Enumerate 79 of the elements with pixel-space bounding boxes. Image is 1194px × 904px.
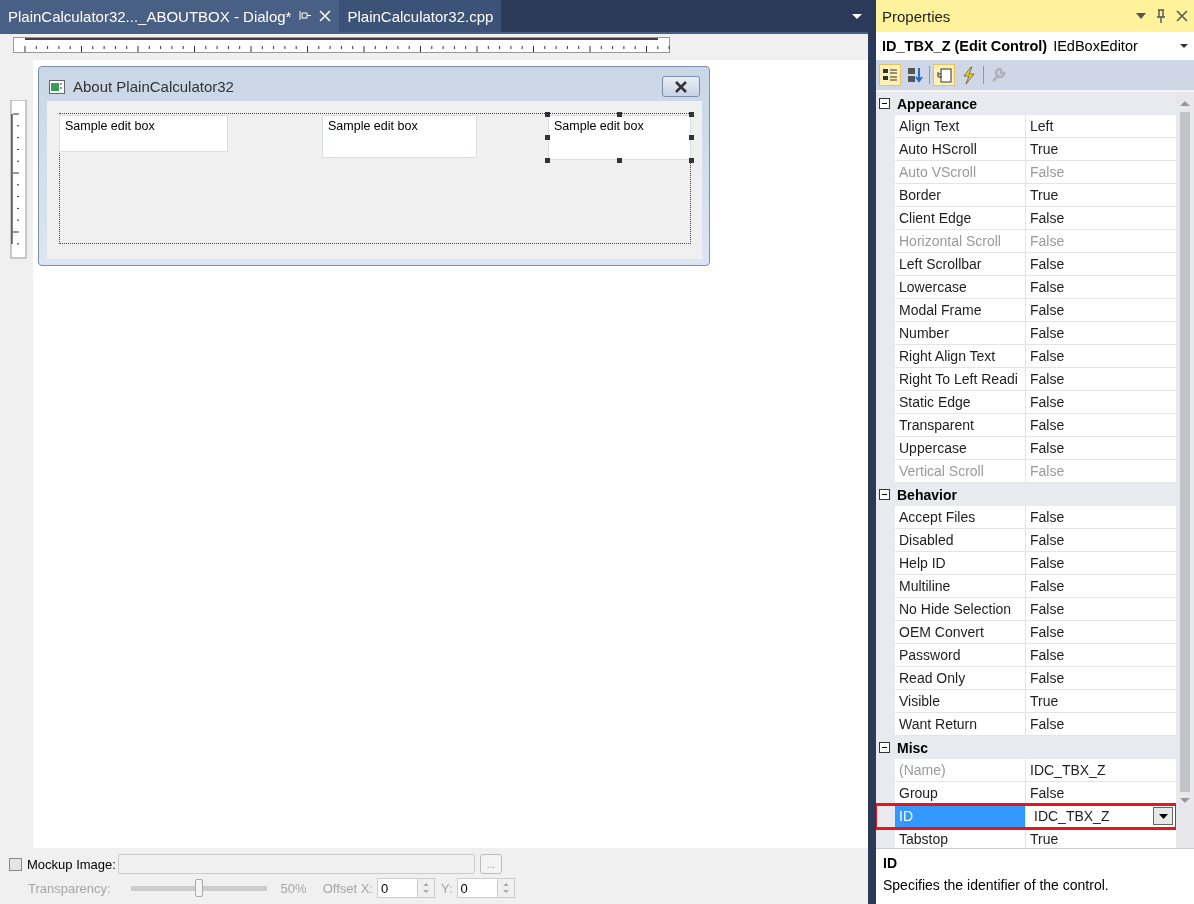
property-row[interactable]: No Hide Selection False [876, 598, 1176, 621]
close-button[interactable] [662, 76, 700, 97]
object-selector[interactable]: ID_TBX_Z (Edit Control) IEdBoxEditor [876, 32, 1194, 60]
collapse-icon[interactable] [879, 489, 890, 500]
category-header: Behavior [897, 486, 957, 503]
edit-box[interactable]: Sample edit box [548, 115, 691, 160]
property-row[interactable]: Visible True [876, 690, 1176, 713]
offset-x-field[interactable]: 0 [377, 878, 417, 898]
y-field[interactable]: 0 [456, 878, 497, 898]
dropdown-button[interactable] [1153, 807, 1173, 825]
edit-box[interactable]: Sample edit box [59, 115, 228, 152]
property-row[interactable]: Password False [876, 644, 1176, 667]
collapse-icon[interactable] [879, 98, 890, 109]
path-field[interactable] [117, 854, 475, 874]
property-row[interactable]: Border True [876, 184, 1176, 207]
property-row[interactable]: Uppercase False [876, 437, 1176, 460]
property-row[interactable]: Static Edge False [876, 391, 1176, 414]
y-label: Y: [441, 880, 453, 896]
property-value: IDC_TBX_Z [1034, 808, 1111, 824]
document-tab[interactable]: PlainCalculator32.cpp [339, 0, 502, 32]
property-row[interactable]: Number False [876, 322, 1176, 345]
close-icon[interactable] [1176, 10, 1188, 22]
property-row[interactable]: Help ID False [876, 552, 1176, 575]
property-row[interactable]: Right Align Text False [876, 345, 1176, 368]
checkbox[interactable] [9, 857, 22, 871]
caret-icon [1180, 44, 1188, 48]
resize-handle[interactable] [617, 158, 622, 163]
property-row[interactable]: Disabled False [876, 529, 1176, 552]
properties-icon[interactable] [933, 64, 955, 86]
resize-handle[interactable] [689, 135, 694, 140]
window-icon [49, 80, 65, 94]
transparency-label: Transparency: [28, 880, 111, 896]
property-row[interactable]: Accept Files False [876, 506, 1176, 529]
property-row[interactable]: Want Return False [876, 713, 1176, 736]
property-row[interactable]: Align Text Left [876, 115, 1176, 138]
slider-thumb[interactable] [194, 879, 203, 897]
collapse-icon[interactable] [879, 742, 890, 753]
property-row[interactable]: Read Only False [876, 667, 1176, 690]
categorized-icon[interactable] [879, 64, 901, 86]
mockup-label: Mockup Image: [27, 856, 116, 872]
dropdown-icon[interactable] [850, 11, 864, 21]
percent-label: 50% [280, 880, 307, 896]
resize-handle[interactable] [689, 112, 694, 117]
property-row[interactable]: (Name) IDC_TBX_Z [876, 759, 1176, 782]
property-row[interactable]: ID IDC_TBX_Z [876, 805, 1176, 828]
dropdown-icon[interactable] [1136, 13, 1146, 19]
resize-handle[interactable] [545, 158, 550, 163]
property-row[interactable]: Left Scrollbar False [876, 253, 1176, 276]
pin-icon[interactable] [1156, 9, 1166, 23]
description-text: Specifies the identifier of the control. [883, 877, 1110, 893]
category-header: Appearance [897, 95, 978, 112]
description-title: ID [883, 855, 898, 871]
resize-handle[interactable] [617, 112, 622, 117]
resize-handle[interactable] [689, 158, 694, 163]
scroll-up-icon[interactable] [1179, 98, 1191, 108]
dialog-title: About PlainCalculator32 [73, 78, 234, 95]
property-row[interactable]: Modal Frame False [876, 299, 1176, 322]
property-row[interactable]: Group False [876, 782, 1176, 805]
property-name: ID [895, 805, 1026, 828]
property-row[interactable]: Tabstop True [876, 828, 1176, 848]
scroll-down-icon[interactable] [1179, 796, 1191, 806]
close-icon [674, 80, 688, 93]
resize-handle[interactable] [545, 112, 550, 117]
spinner-icon[interactable] [496, 878, 515, 898]
property-row[interactable]: Transparent False [876, 414, 1176, 437]
property-row[interactable]: OEM Convert False [876, 621, 1176, 644]
property-row[interactable]: Multiline False [876, 575, 1176, 598]
resize-handle[interactable] [545, 135, 550, 140]
property-row[interactable]: Auto HScroll True [876, 138, 1176, 161]
offset-x-label: Offset X: [322, 880, 373, 896]
caret-icon [1158, 813, 1168, 819]
property-row[interactable]: Lowercase False [876, 276, 1176, 299]
panel-title: Properties [882, 7, 952, 25]
property-row[interactable]: Client Edge False [876, 207, 1176, 230]
edit-box[interactable]: Sample edit box [322, 115, 477, 158]
property-row[interactable]: Right To Left Readi False [876, 368, 1176, 391]
category-header: Misc [897, 739, 929, 756]
spinner-icon[interactable] [417, 878, 435, 898]
scrollbar[interactable] [1176, 92, 1194, 848]
